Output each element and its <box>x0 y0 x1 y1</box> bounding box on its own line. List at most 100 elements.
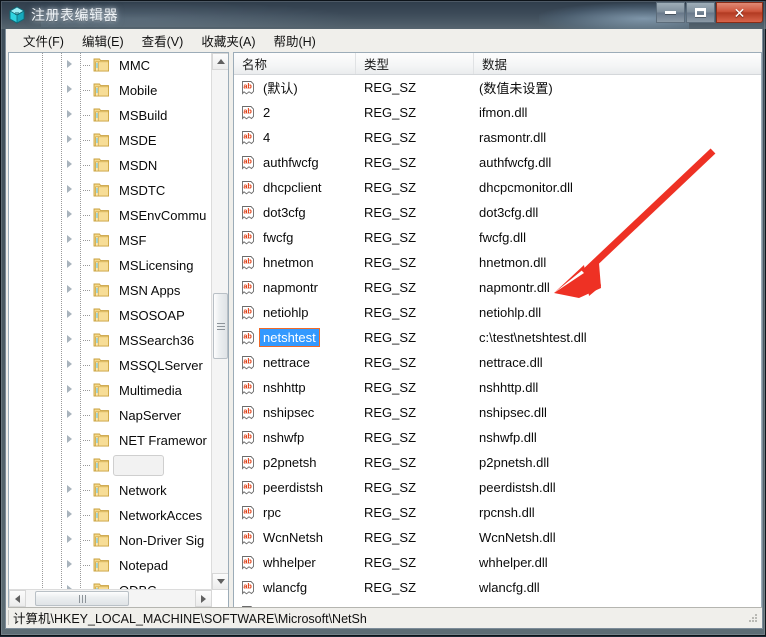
registry-values-pane[interactable]: 名称 类型 数据 ab (默认) REG_SZ (数值未设置) ab 2 REG_SZ ifm… <box>233 52 762 608</box>
tree-item-mmc[interactable]: MMC <box>9 53 212 78</box>
svg-text:ab: ab <box>243 506 252 515</box>
tree-connector-line <box>83 240 91 241</box>
tree-horizontal-scrollbar[interactable] <box>9 589 212 607</box>
tree-item-msdn[interactable]: MSDN <box>9 153 212 178</box>
chevron-right-icon[interactable] <box>67 210 72 218</box>
tree-hscroll-thumb[interactable] <box>35 591 129 606</box>
registry-value-row[interactable]: ab nshhttp REG_SZ nshhttp.dll <box>234 375 761 400</box>
scroll-left-button[interactable] <box>9 590 26 607</box>
registry-value-row[interactable]: ab 2 REG_SZ ifmon.dll <box>234 100 761 125</box>
tree-item-mslicensing[interactable]: MSLicensing <box>9 253 212 278</box>
tree-item-mobile[interactable]: Mobile <box>9 78 212 103</box>
chevron-right-icon[interactable] <box>67 310 72 318</box>
tree-item-non-driver-sig[interactable]: Non-Driver Sig <box>9 528 212 553</box>
string-value-icon: ab <box>240 80 256 96</box>
tree-item-net-framewor[interactable]: NET Framewor <box>9 428 212 453</box>
registry-value-row[interactable]: ab nettrace REG_SZ nettrace.dll <box>234 350 761 375</box>
chevron-right-icon[interactable] <box>67 485 72 493</box>
tree-item-msf[interactable]: MSF <box>9 228 212 253</box>
registry-value-row[interactable]: ab nshipsec REG_SZ nshipsec.dll <box>234 400 761 425</box>
registry-value-row[interactable]: ab netiohlp REG_SZ netiohlp.dll <box>234 300 761 325</box>
chevron-right-icon[interactable] <box>67 535 72 543</box>
maximize-button[interactable] <box>686 2 715 23</box>
svg-text:ab: ab <box>243 256 252 265</box>
registry-value-row[interactable]: ab netshtest REG_SZ c:\test\netshtest.dll <box>234 325 761 350</box>
scroll-up-button[interactable] <box>212 53 228 70</box>
registry-value-row[interactable]: ab rpc REG_SZ rpcnsh.dll <box>234 500 761 525</box>
string-value-icon: ab <box>240 130 256 146</box>
tree-item-msosoap[interactable]: MSOSOAP <box>9 303 212 328</box>
scroll-down-button[interactable] <box>212 573 228 590</box>
registry-value-row[interactable]: ab WcnNetsh REG_SZ WcnNetsh.dll <box>234 525 761 550</box>
chevron-right-icon[interactable] <box>67 85 72 93</box>
tree-item-network[interactable]: Network <box>9 478 212 503</box>
scroll-right-button[interactable] <box>195 590 212 607</box>
chevron-right-icon[interactable] <box>67 60 72 68</box>
column-header-type[interactable]: 类型 <box>356 53 474 74</box>
chevron-right-icon[interactable] <box>67 435 72 443</box>
tree-item-msdtc[interactable]: MSDTC <box>9 178 212 203</box>
folder-icon <box>93 82 110 98</box>
chevron-right-icon[interactable] <box>67 260 72 268</box>
tree-vscroll-thumb[interactable] <box>213 293 228 359</box>
chevron-right-icon[interactable] <box>67 335 72 343</box>
tree-item-netsh[interactable]: NetSh <box>9 453 212 478</box>
string-value-icon: ab <box>240 305 256 321</box>
tree-vertical-scrollbar[interactable] <box>211 53 228 590</box>
registry-tree-pane[interactable]: MMC Mobile MSBuild MSDE MSDN MSDTC MSEnvCommu M… <box>8 52 229 608</box>
registry-value-row[interactable]: ab dhcpclient REG_SZ dhcpcmonitor.dll <box>234 175 761 200</box>
chevron-right-icon[interactable] <box>67 285 72 293</box>
registry-value-row[interactable]: ab napmontr REG_SZ napmontr.dll <box>234 275 761 300</box>
column-header-name[interactable]: 名称 <box>234 53 356 74</box>
chevron-right-icon[interactable] <box>67 560 72 568</box>
chevron-right-icon[interactable] <box>67 510 72 518</box>
chevron-right-icon[interactable] <box>67 160 72 168</box>
minimize-button[interactable] <box>656 2 685 23</box>
column-header-data[interactable]: 数据 <box>474 53 761 74</box>
registry-value-row[interactable]: ab nshwfp REG_SZ nshwfp.dll <box>234 425 761 450</box>
value-type-cell: REG_SZ <box>364 530 417 545</box>
tree-connector-line <box>83 165 91 166</box>
menu-view[interactable]: 查看(V) <box>133 29 193 52</box>
menu-favorites[interactable]: 收藏夹(A) <box>192 29 264 52</box>
menu-edit[interactable]: 编辑(E) <box>73 29 133 52</box>
chevron-right-icon[interactable] <box>67 360 72 368</box>
chevron-right-icon[interactable] <box>67 185 72 193</box>
chevron-right-icon[interactable] <box>67 235 72 243</box>
title-bar[interactable]: 注册表编辑器 ✕ <box>1 1 766 29</box>
registry-value-row[interactable]: ab fwcfg REG_SZ fwcfg.dll <box>234 225 761 250</box>
registry-value-row[interactable]: ab whhelper REG_SZ whhelper.dll <box>234 550 761 575</box>
tree-item-msbuild[interactable]: MSBuild <box>9 103 212 128</box>
registry-value-row[interactable]: ab 4 REG_SZ rasmontr.dll <box>234 125 761 150</box>
chevron-left-icon <box>15 594 20 603</box>
tree-item-notepad[interactable]: Notepad <box>9 553 212 578</box>
tree-item-mssearch36[interactable]: MSSearch36 <box>9 328 212 353</box>
chevron-right-icon[interactable] <box>67 385 72 393</box>
tree-item-napserver[interactable]: NapServer <box>9 403 212 428</box>
svg-text:ab: ab <box>243 406 252 415</box>
registry-value-row[interactable]: ab authfwcfg REG_SZ authfwcfg.dll <box>234 150 761 175</box>
registry-value-row[interactable]: ab (默认) REG_SZ (数值未设置) <box>234 75 761 100</box>
value-name-label: nshwfp <box>263 430 305 445</box>
tree-item-msenvcommu[interactable]: MSEnvCommu <box>9 203 212 228</box>
registry-value-row[interactable]: ab p2pnetsh REG_SZ p2pnetsh.dll <box>234 450 761 475</box>
menu-file[interactable]: 文件(F) <box>14 29 73 52</box>
registry-value-row[interactable]: ab wlancfg REG_SZ wlancfg.dll <box>234 575 761 600</box>
tree-item-msn-apps[interactable]: MSN Apps <box>9 278 212 303</box>
string-value-icon: ab <box>240 105 256 121</box>
chevron-right-icon[interactable] <box>67 110 72 118</box>
chevron-right-icon[interactable] <box>67 410 72 418</box>
menu-help[interactable]: 帮助(H) <box>264 29 324 52</box>
registry-value-row[interactable]: ab peerdistsh REG_SZ peerdistsh.dll <box>234 475 761 500</box>
tree-item-msde[interactable]: MSDE <box>9 128 212 153</box>
chevron-right-icon <box>201 594 206 603</box>
registry-value-row[interactable]: ab hnetmon REG_SZ hnetmon.dll <box>234 250 761 275</box>
resize-grip-icon[interactable] <box>746 611 759 624</box>
tree-item-multimedia[interactable]: Multimedia <box>9 378 212 403</box>
tree-item-mssqlserver[interactable]: MSSQLServer <box>9 353 212 378</box>
tree-item-networkacces[interactable]: NetworkAcces <box>9 503 212 528</box>
registry-value-row[interactable]: ab dot3cfg REG_SZ dot3cfg.dll <box>234 200 761 225</box>
tree-connector-line <box>83 65 91 66</box>
close-button[interactable]: ✕ <box>716 2 763 23</box>
chevron-right-icon[interactable] <box>67 135 72 143</box>
